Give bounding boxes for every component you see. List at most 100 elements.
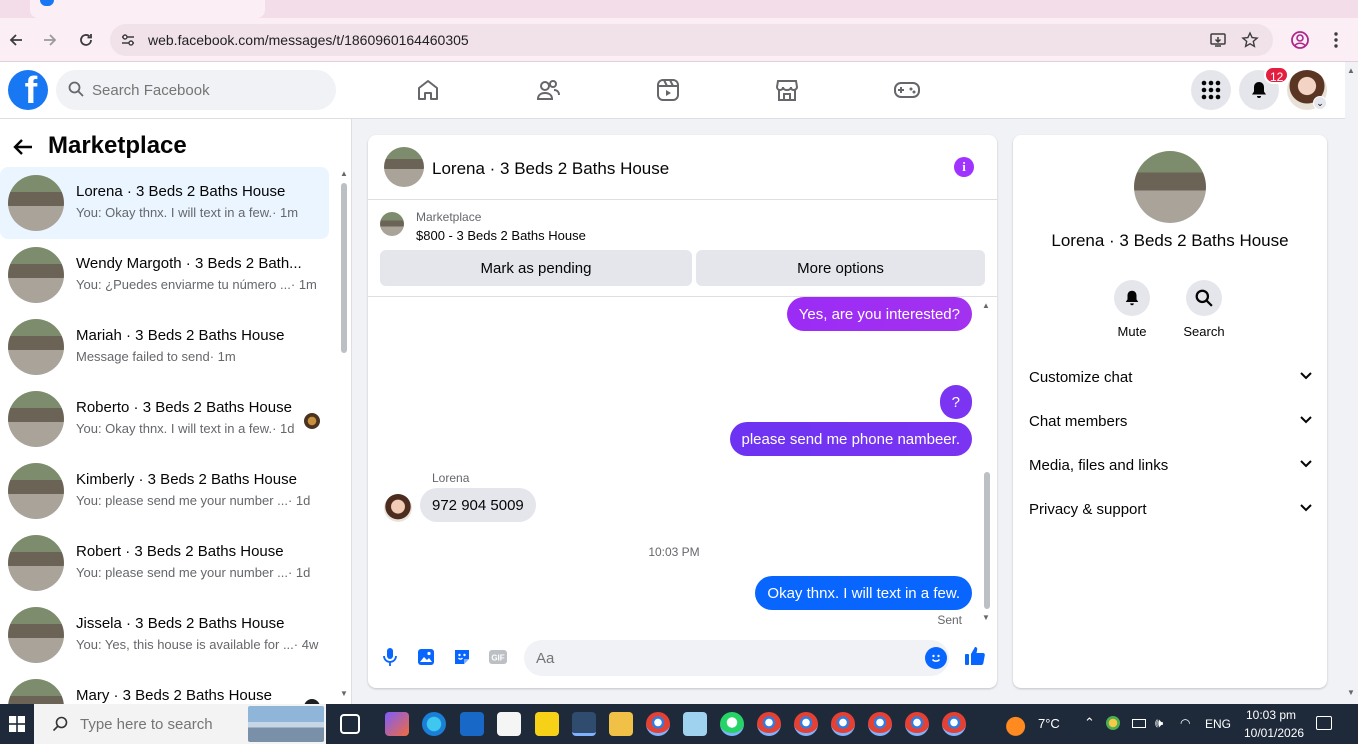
clock-time[interactable]: 10:03 pm bbox=[1246, 708, 1296, 722]
edge-icon[interactable] bbox=[422, 712, 446, 736]
browser-tab-messenger[interactable] bbox=[30, 0, 265, 18]
search-input[interactable] bbox=[92, 70, 322, 110]
emoji-icon[interactable] bbox=[925, 647, 947, 669]
copilot-icon[interactable] bbox=[385, 712, 409, 736]
media-files-links-row[interactable]: Media, files and links bbox=[1029, 443, 1313, 487]
notepad-icon[interactable] bbox=[683, 712, 707, 736]
thumbs-up-icon[interactable] bbox=[963, 644, 987, 668]
privacy-support-row[interactable]: Privacy & support bbox=[1029, 487, 1313, 531]
message-input[interactable] bbox=[536, 640, 916, 676]
scroll-up-icon[interactable]: ▲ bbox=[339, 169, 349, 178]
message-bubble-incoming[interactable]: 972 904 5009 bbox=[420, 488, 536, 522]
search-conversation-button[interactable]: Search bbox=[1174, 280, 1234, 339]
back-icon[interactable] bbox=[2, 26, 30, 54]
chrome-icon[interactable] bbox=[942, 712, 966, 736]
facebook-logo[interactable]: f bbox=[8, 70, 48, 110]
scroll-up-icon[interactable]: ▲ bbox=[1347, 66, 1355, 75]
chat-scroll-thumb[interactable] bbox=[984, 472, 990, 609]
chevron-up-icon[interactable]: ⌃ bbox=[1084, 715, 1095, 731]
volume-icon[interactable]: 🕪 bbox=[1155, 715, 1163, 731]
taskbar-search[interactable] bbox=[34, 704, 326, 744]
chevron-down-icon[interactable]: ⌄ bbox=[1313, 96, 1327, 110]
scroll-down-icon[interactable]: ▼ bbox=[339, 689, 349, 698]
address-bar[interactable]: web.facebook.com/messages/t/186096016446… bbox=[110, 24, 1273, 56]
sticker-icon[interactable] bbox=[451, 646, 473, 668]
gif-icon[interactable]: GIF bbox=[487, 646, 509, 668]
sticky-notes-icon[interactable] bbox=[535, 712, 559, 736]
message-composer[interactable] bbox=[524, 640, 949, 676]
weather-icon[interactable] bbox=[1006, 712, 1030, 736]
scroll-up-icon[interactable]: ▲ bbox=[982, 301, 990, 310]
windows-start-icon[interactable] bbox=[0, 704, 34, 744]
chrome-icon[interactable] bbox=[905, 712, 929, 736]
chat-info-avatar[interactable] bbox=[1134, 151, 1206, 223]
site-settings-icon[interactable] bbox=[118, 30, 138, 50]
notification-center-icon[interactable] bbox=[1316, 716, 1332, 730]
page-scrollbar[interactable]: ▲ ▼ bbox=[1345, 62, 1358, 704]
chat-avatar[interactable] bbox=[384, 147, 424, 187]
reload-icon[interactable] bbox=[72, 26, 100, 54]
microphone-icon[interactable] bbox=[379, 646, 401, 668]
mark-as-pending-button[interactable]: Mark as pending bbox=[380, 250, 692, 286]
bookmark-star-icon[interactable] bbox=[1240, 30, 1260, 50]
chrome-icon[interactable] bbox=[646, 712, 670, 736]
listing-title[interactable]: $800 - 3 Beds 2 Baths House bbox=[416, 228, 586, 243]
conversation-item[interactable]: Robert · 3 Beds 2 Baths House You: pleas… bbox=[0, 527, 329, 599]
chrome-icon[interactable] bbox=[868, 712, 892, 736]
marketplace-icon[interactable] bbox=[771, 74, 803, 106]
info-icon[interactable]: i bbox=[954, 157, 974, 177]
conversation-item[interactable]: Mariah · 3 Beds 2 Baths House Message fa… bbox=[0, 311, 329, 383]
temperature[interactable]: 7°C bbox=[1038, 716, 1060, 731]
whatsapp-icon[interactable] bbox=[720, 712, 744, 736]
chrome-icon[interactable] bbox=[831, 712, 855, 736]
forward-icon[interactable] bbox=[36, 26, 64, 54]
sent-status: Sent bbox=[937, 613, 962, 627]
gaming-icon[interactable] bbox=[891, 74, 923, 106]
file-explorer-icon[interactable] bbox=[609, 712, 633, 736]
sender-avatar[interactable] bbox=[384, 494, 412, 522]
battery-icon[interactable] bbox=[1132, 719, 1146, 728]
clock-date[interactable]: 10/01/2026 bbox=[1244, 726, 1304, 740]
chrome-icon[interactable] bbox=[757, 712, 781, 736]
taskbar-search-input[interactable] bbox=[80, 704, 240, 744]
listing-thumbnail[interactable] bbox=[380, 212, 404, 236]
customize-chat-row[interactable]: Customize chat bbox=[1029, 355, 1313, 399]
browser-menu-icon[interactable] bbox=[1322, 26, 1350, 54]
profile-icon[interactable] bbox=[1286, 26, 1314, 54]
message-bubble-outgoing[interactable]: Yes, are you interested? bbox=[786, 297, 972, 331]
language-indicator[interactable]: ENG bbox=[1205, 717, 1231, 731]
message-bubble-outgoing[interactable]: please send me phone nambeer. bbox=[729, 422, 972, 456]
chat-members-row[interactable]: Chat members bbox=[1029, 399, 1313, 443]
conversation-item[interactable]: Lorena · 3 Beds 2 Baths House You: Okay … bbox=[0, 167, 329, 239]
list-scrollbar[interactable]: ▲ ▼ bbox=[339, 169, 349, 699]
conversation-item[interactable]: Jissela · 3 Beds 2 Baths House You: Yes,… bbox=[0, 599, 329, 671]
conversation-item[interactable]: Mary · 3 Beds 2 Baths House bbox=[0, 671, 329, 704]
scroll-thumb[interactable] bbox=[341, 183, 347, 353]
message-bubble-outgoing[interactable]: ? bbox=[939, 385, 972, 419]
more-options-button[interactable]: More options bbox=[696, 250, 985, 286]
task-view-icon[interactable] bbox=[340, 714, 360, 734]
photo-icon[interactable] bbox=[415, 646, 437, 668]
message-bubble-outgoing[interactable]: Okay thnx. I will text in a few. bbox=[755, 576, 972, 610]
facebook-search[interactable] bbox=[56, 70, 336, 110]
conversation-item[interactable]: Wendy Margoth · 3 Beds 2 Bath... You: ¿P… bbox=[0, 239, 329, 311]
mute-button[interactable]: Mute bbox=[1102, 280, 1162, 339]
chrome-icon[interactable] bbox=[794, 712, 818, 736]
wifi-icon[interactable]: ◠ bbox=[1180, 716, 1190, 730]
store-icon[interactable] bbox=[497, 712, 521, 736]
menu-grid-icon[interactable] bbox=[1191, 70, 1231, 110]
snipping-tool-icon[interactable] bbox=[572, 712, 596, 736]
video-icon[interactable] bbox=[652, 74, 684, 106]
friends-icon[interactable] bbox=[532, 74, 564, 106]
back-arrow-icon[interactable] bbox=[12, 136, 36, 160]
message-timestamp: 10:03 PM bbox=[648, 545, 700, 559]
home-icon[interactable] bbox=[412, 74, 444, 106]
install-app-icon[interactable] bbox=[1208, 30, 1228, 50]
scroll-down-icon[interactable]: ▼ bbox=[982, 613, 990, 622]
conversation-item[interactable]: Kimberly · 3 Beds 2 Baths House You: ple… bbox=[0, 455, 329, 527]
tray-app-icon[interactable] bbox=[1106, 716, 1120, 730]
chat-title[interactable]: Lorena · 3 Beds 2 Baths House bbox=[432, 159, 669, 179]
scroll-down-icon[interactable]: ▼ bbox=[1347, 688, 1355, 697]
conversation-item[interactable]: Roberto · 3 Beds 2 Baths House You: Okay… bbox=[0, 383, 329, 455]
mail-icon[interactable] bbox=[460, 712, 484, 736]
